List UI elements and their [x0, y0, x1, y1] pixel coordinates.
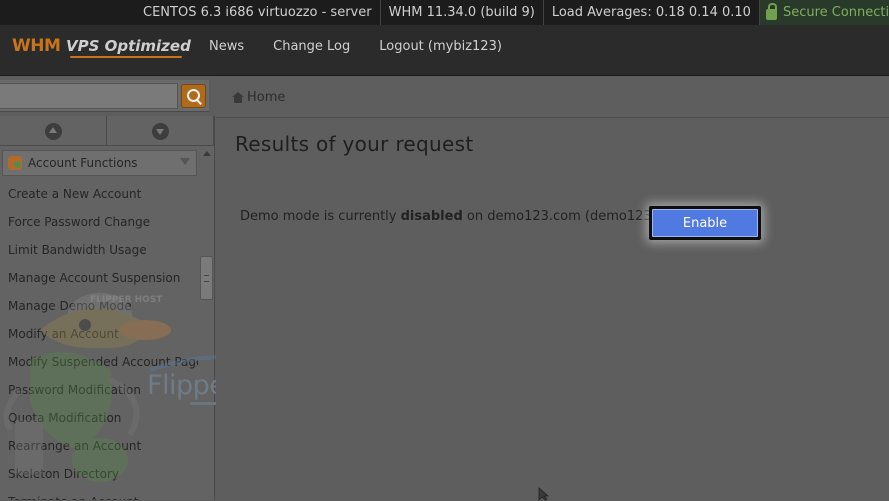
arrow-up-icon	[44, 122, 62, 140]
sidebar-item-manage-suspension[interactable]: Manage Account Suspension	[0, 264, 198, 292]
load-averages: Load Averages: 0.18 0.14 0.10	[544, 0, 760, 25]
demo-mode-message: Demo mode is currently disabled on demo1…	[240, 209, 657, 224]
search-input[interactable]	[0, 83, 178, 109]
sidebar-scroll-up[interactable]	[0, 116, 107, 146]
sidebar-item-skeleton-directory[interactable]: Skeleton Directory	[0, 460, 198, 488]
sidebar-item-modify-suspended-page[interactable]: Modify Suspended Account Page	[0, 348, 198, 376]
server-info: CENTOS 6.3 i686 virtuozzo - server	[135, 0, 381, 25]
sidebar-item-terminate-account[interactable]: Terminate an Account	[0, 488, 198, 500]
nav-news-link[interactable]: News	[209, 39, 244, 54]
logo-underline	[70, 56, 182, 58]
nav-logout-link[interactable]: Logout (mybiz123)	[379, 39, 502, 54]
top-navigation: WHM VPS Optimized News Change Log Logout…	[0, 25, 889, 76]
logo-whm-text: WHM	[12, 36, 61, 56]
sidebar-scrollbar[interactable]	[199, 148, 214, 500]
secure-connection-label: Secure Connectio	[782, 5, 889, 20]
account-functions-icon	[8, 156, 22, 170]
sidebar-item-quota-modification[interactable]: Quota Modification	[0, 404, 198, 432]
breadcrumb-home[interactable]: Home	[247, 90, 285, 105]
sidebar-item-password-modification[interactable]: Password Modification	[0, 376, 198, 404]
section-account-functions[interactable]: Account Functions	[2, 150, 197, 176]
chevron-down-icon[interactable]	[180, 158, 190, 165]
nav-links: News Change Log Logout (mybiz123)	[209, 39, 531, 54]
sidebar-scroll-down[interactable]	[107, 116, 214, 146]
scroll-up-arrow-icon[interactable]	[203, 151, 211, 156]
status-bar: CENTOS 6.3 i686 virtuozzo - server WHM 1…	[0, 0, 889, 25]
secure-connection: Secure Connectio	[759, 0, 889, 25]
page-title: Results of your request	[235, 132, 474, 156]
search-button[interactable]	[181, 84, 206, 108]
msg-prefix: Demo mode is currently	[240, 209, 401, 224]
demo-status: disabled	[400, 209, 463, 224]
sidebar-item-manage-demo[interactable]: Manage Demo Mode	[0, 292, 198, 320]
logo-vps-text: VPS Optimized	[65, 37, 191, 55]
section-label: Account Functions	[28, 156, 138, 170]
nav-changelog-link[interactable]: Change Log	[273, 39, 350, 54]
sidebar-arrows	[0, 116, 214, 146]
sidebar-item-modify-account[interactable]: Modify an Account	[0, 320, 198, 348]
arrow-down-icon	[151, 122, 169, 140]
sidebar-item-limit-bandwidth[interactable]: Limit Bandwidth Usage	[0, 236, 198, 264]
search-bar	[0, 80, 209, 112]
sidebar-menu: Create a New Account Force Password Chan…	[0, 180, 198, 500]
sidebar-item-create-account[interactable]: Create a New Account	[0, 180, 198, 208]
sidebar: Account Functions Create a New Account F…	[0, 116, 215, 500]
enable-button[interactable]: Enable	[649, 206, 761, 240]
sidebar-item-rearrange-account[interactable]: Rearrange an Account	[0, 432, 198, 460]
breadcrumb-divider	[216, 117, 889, 118]
msg-suffix: on demo123.com (demo123)	[462, 209, 657, 224]
sidebar-item-force-password[interactable]: Force Password Change	[0, 208, 198, 236]
scrollbar-thumb[interactable]	[200, 256, 213, 300]
whm-version: WHM 11.34.0 (build 9)	[381, 0, 544, 25]
whm-logo[interactable]: WHM VPS Optimized	[12, 36, 191, 56]
home-icon[interactable]	[232, 92, 244, 103]
enable-button-label: Enable	[652, 209, 758, 237]
breadcrumb: Home	[232, 90, 285, 105]
lock-icon	[765, 2, 777, 20]
